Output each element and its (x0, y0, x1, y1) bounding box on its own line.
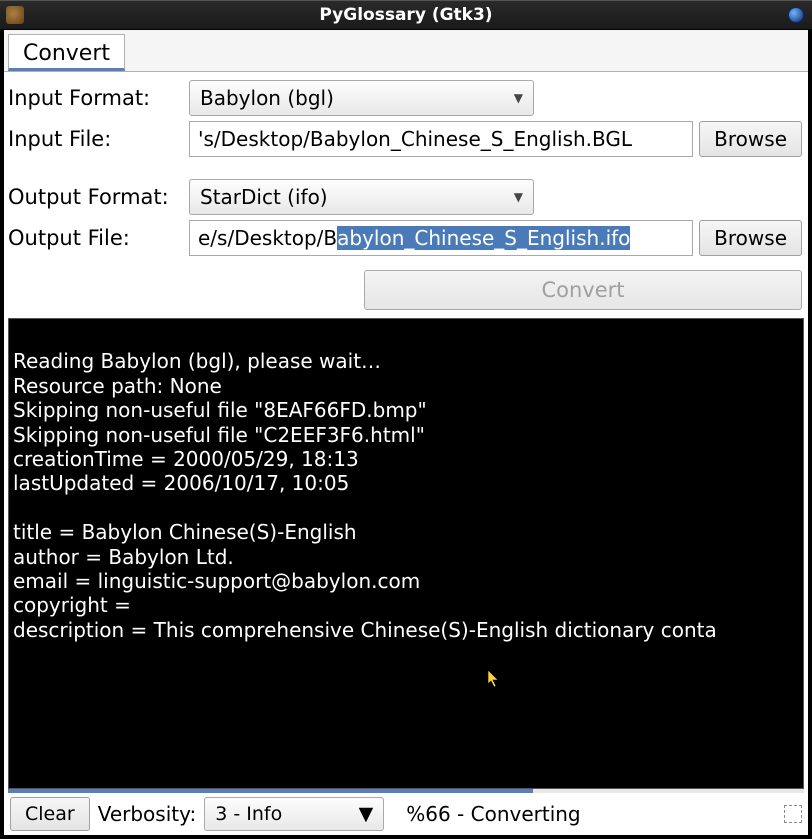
app-body: Convert Input Format: Babylon (bgl) ▼ In… (4, 30, 808, 835)
chevron-down-icon: ▼ (359, 803, 374, 825)
output-browse-button[interactable]: Browse (699, 220, 802, 256)
output-file-label: Output File: (8, 226, 183, 250)
output-file-row: Output File: e/s/Desktop/Babylon_Chinese… (8, 219, 802, 257)
input-browse-button[interactable]: Browse (699, 121, 802, 157)
input-file-label: Input File: (8, 127, 183, 151)
console-text: Reading Babylon (bgl), please wait… Reso… (13, 349, 717, 641)
convert-button[interactable]: Convert (364, 270, 802, 310)
input-format-value: Babylon (bgl) (200, 86, 334, 110)
input-format-label: Input Format: (8, 86, 183, 110)
output-format-value: StarDict (ifo) (200, 185, 328, 209)
output-file-field[interactable]: e/s/Desktop/Babylon_Chinese_S_English.if… (189, 220, 693, 256)
output-format-row: Output Format: StarDict (ifo) ▼ (8, 178, 802, 216)
chevron-down-icon: ▼ (514, 91, 523, 105)
input-format-row: Input Format: Babylon (bgl) ▼ (8, 79, 802, 117)
output-file-selection: abylon_Chinese_S_English.ifo (337, 226, 630, 250)
mouse-cursor-icon (487, 669, 501, 689)
log-console[interactable]: Reading Babylon (bgl), please wait… Reso… (8, 318, 804, 789)
progress-text: %66 - Converting (406, 802, 580, 826)
output-file-prefix: e/s/Desktop/B (198, 226, 337, 250)
verbosity-label: Verbosity: (98, 802, 197, 826)
input-file-field[interactable]: 's/Desktop/Babylon_Chinese_S_English.BGL (189, 121, 693, 157)
output-format-label: Output Format: (8, 185, 183, 209)
status-bar: Clear Verbosity: 3 - Info ▼ %66 - Conver… (4, 793, 808, 835)
clear-button[interactable]: Clear (10, 797, 90, 831)
chevron-down-icon: ▼ (514, 190, 523, 204)
verbosity-combo[interactable]: 3 - Info ▼ (204, 797, 384, 831)
input-file-row: Input File: 's/Desktop/Babylon_Chinese_S… (8, 120, 802, 158)
tab-convert[interactable]: Convert (8, 34, 125, 71)
output-format-combo[interactable]: StarDict (ifo) ▼ (189, 179, 534, 215)
spacer (8, 161, 802, 175)
input-file-value: 's/Desktop/Babylon_Chinese_S_English.BGL (198, 127, 632, 151)
window-title: PyGlossary (Gtk3) (0, 5, 812, 25)
verbosity-value: 3 - Info (215, 803, 282, 825)
titlebar: PyGlossary (Gtk3) (0, 0, 812, 30)
convert-button-row: Convert (4, 266, 808, 318)
convert-form: Input Format: Babylon (bgl) ▼ Input File… (4, 72, 808, 266)
input-format-combo[interactable]: Babylon (bgl) ▼ (189, 80, 534, 116)
tab-bar: Convert (4, 30, 808, 72)
resize-grip-icon[interactable] (784, 805, 802, 823)
